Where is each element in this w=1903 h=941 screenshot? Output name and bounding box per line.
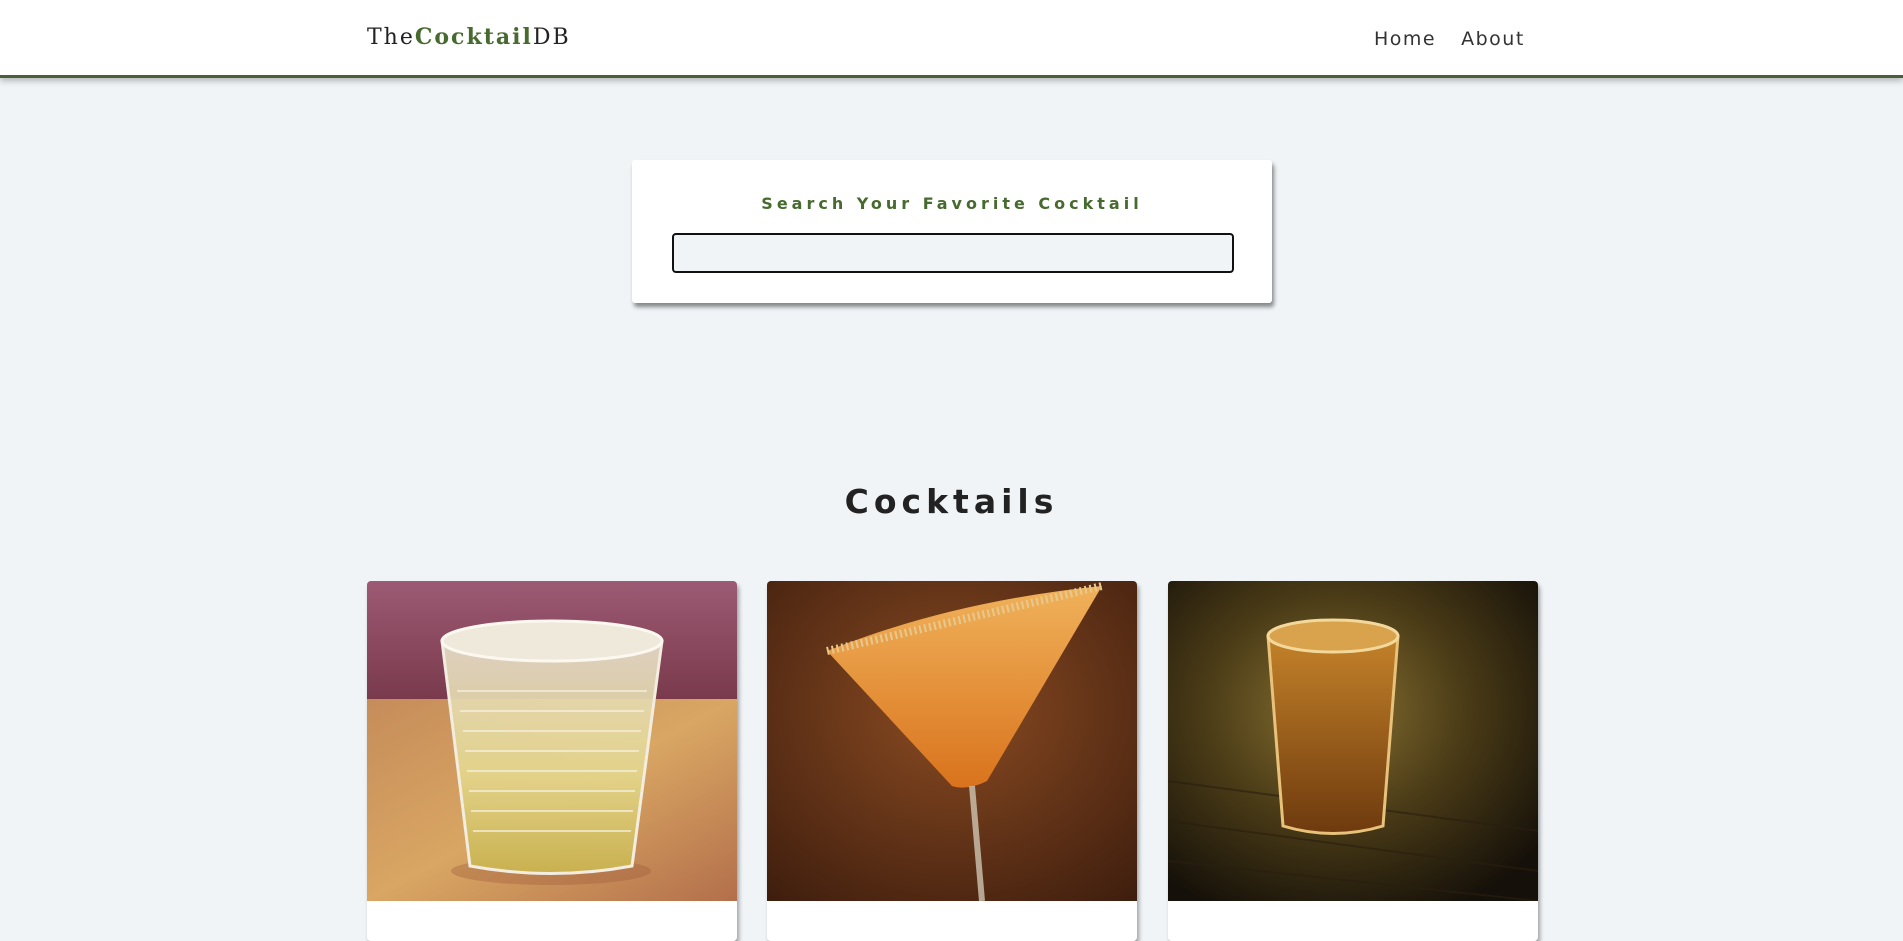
drink-image-martini-orange xyxy=(767,581,1137,901)
search-input[interactable] xyxy=(672,233,1234,273)
search-label: Search Your Favorite Cocktail xyxy=(761,194,1143,213)
drink-image-glass-on-ice xyxy=(367,581,737,901)
cocktail-card[interactable] xyxy=(1168,581,1538,941)
section-title: Cocktails xyxy=(844,482,1059,521)
logo-prefix: The xyxy=(367,25,415,50)
card-footer xyxy=(767,901,1137,941)
nav-link-home[interactable]: Home xyxy=(1374,28,1436,50)
cocktail-card[interactable] xyxy=(367,581,737,941)
search-form: Search Your Favorite Cocktail xyxy=(632,160,1272,303)
site-logo[interactable]: TheCocktailDB xyxy=(367,24,571,50)
card-footer xyxy=(1168,901,1538,941)
cocktail-card[interactable] xyxy=(767,581,1137,941)
logo-suffix: DB xyxy=(532,25,571,50)
navbar: TheCocktailDB Home About xyxy=(0,0,1903,78)
card-footer xyxy=(367,901,737,941)
logo-brand: Cocktail xyxy=(414,24,533,50)
nav-link-about[interactable]: About xyxy=(1461,28,1525,50)
drink-image-shot-glass-whiskey xyxy=(1168,581,1538,901)
nav-links: Home About xyxy=(1374,28,1525,50)
